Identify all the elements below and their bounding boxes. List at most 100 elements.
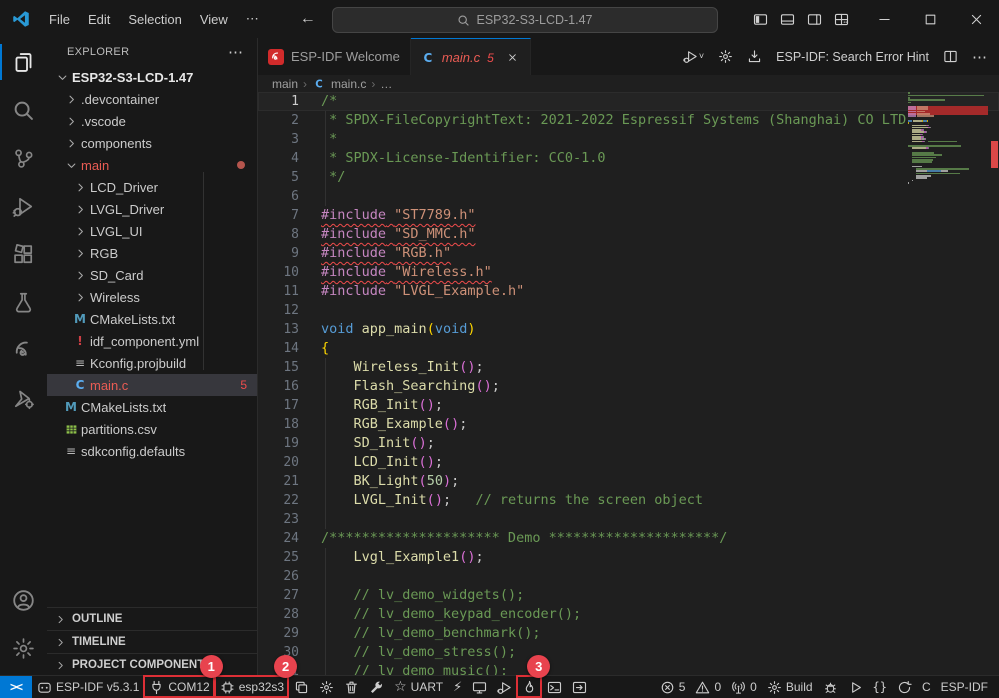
sb-build-task[interactable]: Build <box>762 676 818 698</box>
tree-item-main-c[interactable]: C main.c5 <box>47 374 257 396</box>
code-line-6[interactable]: 6 <box>258 187 999 206</box>
sb-monitor-device[interactable] <box>467 676 492 698</box>
editor-more-actions[interactable]: ⋯ <box>972 48 987 66</box>
search-error-hint-button[interactable]: ESP-IDF: Search Error Hint <box>776 50 929 64</box>
code-line-25[interactable]: 25 Lvgl_Example1(); <box>258 548 999 567</box>
activity-testing[interactable] <box>0 278 47 326</box>
sb-espidf-version[interactable]: ESP-IDF v5.3.1 <box>32 676 144 698</box>
activity-source-control[interactable] <box>0 134 47 182</box>
activity-settings[interactable] <box>0 624 47 672</box>
tree-item-cmakelists-txt[interactable]: M CMakeLists.txt <box>47 308 257 330</box>
sb-flash-type[interactable]: ☆UART <box>389 676 448 698</box>
breadcrumb-item[interactable]: main <box>272 77 298 91</box>
activity-search[interactable] <box>0 86 47 134</box>
code-line-4[interactable]: 4 * SPDX-License-Identifier: CC0-1.0 <box>258 149 999 168</box>
tree-item-partitions-csv[interactable]: partitions.csv <box>47 418 257 440</box>
section-timeline[interactable]: TIMELINE <box>47 630 257 653</box>
layout-left-icon[interactable] <box>753 12 768 27</box>
tree-item-wireless[interactable]: Wireless <box>47 286 257 308</box>
tree-item-components[interactable]: components <box>47 132 257 154</box>
code-line-26[interactable]: 26 <box>258 567 999 586</box>
code-line-5[interactable]: 5 */ <box>258 168 999 187</box>
tree-item-kconfig-projbuild[interactable]: ≡ Kconfig.projbuild <box>47 352 257 374</box>
menu-selection[interactable]: Selection <box>119 8 190 31</box>
code-line-22[interactable]: 22 LVGL_Init(); // returns the screen ob… <box>258 491 999 510</box>
tree-item-sd-card[interactable]: SD_Card <box>47 264 257 286</box>
code-line-29[interactable]: 29 // lv_demo_benchmark(); <box>258 624 999 643</box>
window-close-button[interactable] <box>953 0 999 38</box>
sb-debug-device[interactable] <box>492 676 517 698</box>
activity-explorer[interactable] <box>0 38 47 86</box>
tree-item-sdkconfig-defaults[interactable]: ≡ sdkconfig.defaults <box>47 440 257 462</box>
gear-icon[interactable] <box>718 49 733 64</box>
sb-flash[interactable]: ⚡ <box>448 676 467 698</box>
code-line-18[interactable]: 18 RGB_Example(); <box>258 415 999 434</box>
sidebar-more-actions[interactable]: ⋯ <box>228 43 243 61</box>
code-line-16[interactable]: 16 Flash_Searching(); <box>258 377 999 396</box>
menu-view[interactable]: View <box>191 8 237 31</box>
tree-item-idf-component-yml[interactable]: ! idf_component.yml <box>47 330 257 352</box>
code-line-31[interactable]: 31 // lv_demo_music(); <box>258 662 999 676</box>
tree-item-cmakelists-txt[interactable]: M CMakeLists.txt <box>47 396 257 418</box>
menu-more[interactable]: ⋯ <box>237 7 268 31</box>
remote-indicator[interactable]: >< <box>0 676 32 698</box>
tree-item-lvgl-ui[interactable]: LVGL_UI <box>47 220 257 242</box>
tree-item--vscode[interactable]: .vscode <box>47 110 257 132</box>
activity-account[interactable] <box>0 576 47 624</box>
activity-espressif[interactable] <box>0 326 47 374</box>
minimap[interactable] <box>908 92 988 676</box>
sb-debug-task[interactable] <box>818 676 843 698</box>
code-line-27[interactable]: 27 // lv_demo_widgets(); <box>258 586 999 605</box>
code-line-10[interactable]: 10#include "Wireless.h" <box>258 263 999 282</box>
sb-run-task[interactable] <box>843 676 868 698</box>
code-line-8[interactable]: 8#include "SD_MMC.h" <box>258 225 999 244</box>
run-or-debug-button[interactable]: ˅ <box>683 49 704 64</box>
sb-idf-terminal[interactable] <box>517 676 542 698</box>
tab-main-c[interactable]: Cmain.c5 <box>411 38 531 76</box>
activity-run-debug[interactable] <box>0 182 47 230</box>
sb-custom-task[interactable] <box>364 676 389 698</box>
split-editor-icon[interactable] <box>943 49 958 64</box>
sb-language-mode[interactable]: C <box>917 676 936 698</box>
code-line-3[interactable]: 3 * <box>258 130 999 149</box>
code-editor[interactable]: 1/* 2 * SPDX-FileCopyrightText: 2021-202… <box>258 92 999 676</box>
layout-grid-icon[interactable] <box>834 12 849 27</box>
tree-item-rgb[interactable]: RGB <box>47 242 257 264</box>
code-line-30[interactable]: 30 // lv_demo_stress(); <box>258 643 999 662</box>
menu-edit[interactable]: Edit <box>79 8 119 31</box>
code-line-2[interactable]: 2 * SPDX-FileCopyrightText: 2021-2022 Es… <box>258 111 999 130</box>
code-line-17[interactable]: 17 RGB_Init(); <box>258 396 999 415</box>
window-minimize-button[interactable] <box>861 0 907 38</box>
section-outline[interactable]: OUTLINE <box>47 607 257 630</box>
sb-sync[interactable] <box>892 676 917 698</box>
close-icon[interactable] <box>507 52 518 63</box>
sb-espidf-extension[interactable]: ESP-IDF <box>936 676 993 698</box>
install-icon[interactable] <box>747 49 762 64</box>
sb-sdk-config[interactable] <box>314 676 339 698</box>
code-line-9[interactable]: 9#include "RGB.h" <box>258 244 999 263</box>
code-line-20[interactable]: 20 LCD_Init(); <box>258 453 999 472</box>
tree-item-esp32-s3-lcd-1-47[interactable]: ESP32-S3-LCD-1.47 <box>47 66 257 88</box>
code-line-14[interactable]: 14{ <box>258 339 999 358</box>
code-line-15[interactable]: 15 Wireless_Init(); <box>258 358 999 377</box>
sb-serial-port[interactable]: COM12 <box>144 676 214 698</box>
code-line-24[interactable]: 24/********************* Demo **********… <box>258 529 999 548</box>
sb-device-target[interactable]: esp32s3 <box>215 676 289 698</box>
window-maximize-button[interactable] <box>907 0 953 38</box>
sb-ports[interactable]: 0 <box>726 676 762 698</box>
code-line-28[interactable]: 28 // lv_demo_keypad_encoder(); <box>258 605 999 624</box>
overview-ruler[interactable] <box>989 92 999 676</box>
activity-espressif-tools[interactable] <box>0 374 47 422</box>
code-line-11[interactable]: 11#include "LVGL_Example.h" <box>258 282 999 301</box>
breadcrumb-item[interactable]: main.c <box>331 77 366 91</box>
breadcrumb-item[interactable]: … <box>380 77 392 91</box>
code-line-19[interactable]: 19 SD_Init(); <box>258 434 999 453</box>
layout-right-icon[interactable] <box>807 12 822 27</box>
nav-back-icon[interactable]: ← <box>300 10 316 28</box>
code-line-23[interactable]: 23 <box>258 510 999 529</box>
sb-language-braces[interactable]: {} <box>868 676 892 698</box>
tree-item-main[interactable]: main <box>47 154 257 176</box>
code-line-12[interactable]: 12 <box>258 301 999 320</box>
sb-problems-errors[interactable]: 5 <box>655 676 691 698</box>
code-line-1[interactable]: 1/* <box>258 92 999 111</box>
